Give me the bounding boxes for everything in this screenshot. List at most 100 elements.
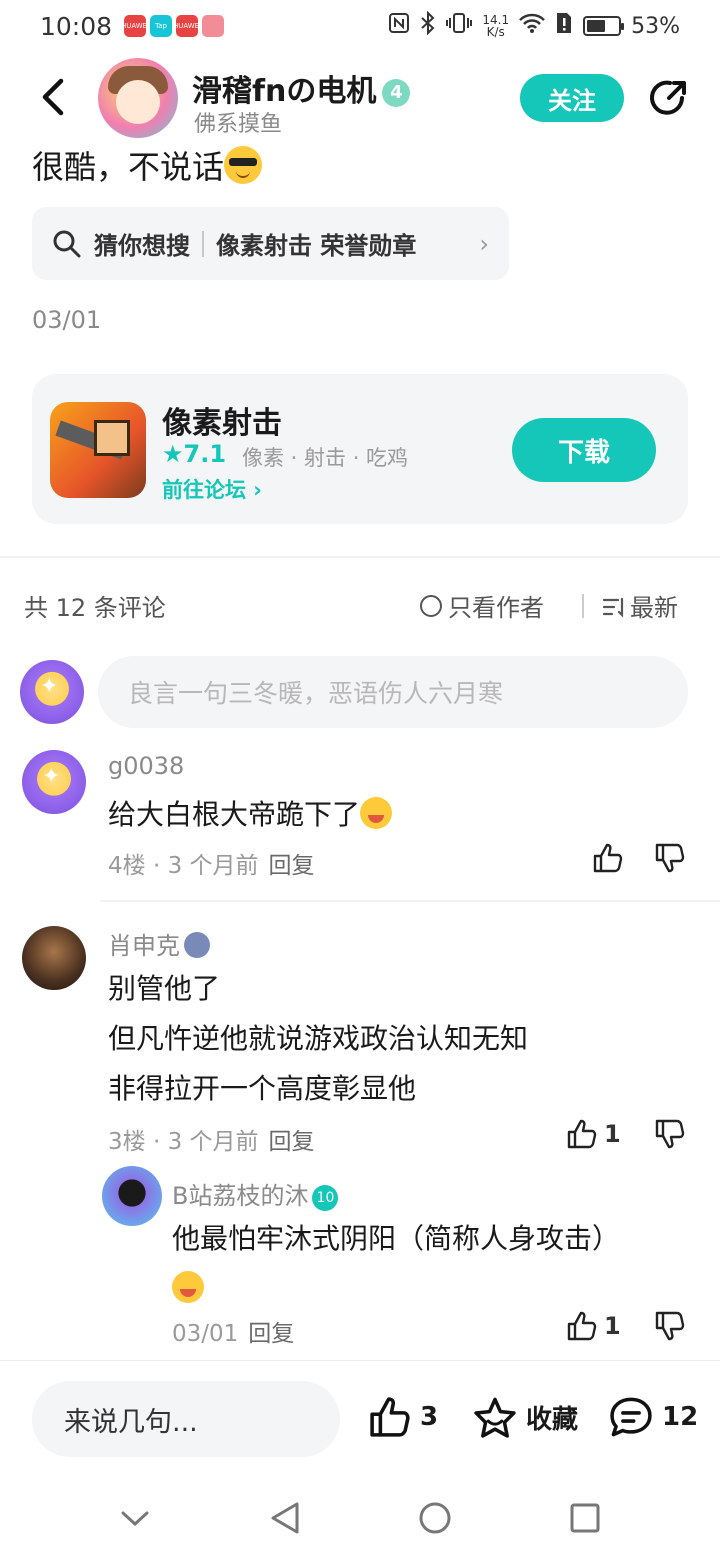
reply-button[interactable]: 回复 [248,1321,294,1347]
reply-text: 他最怕牢沐式阴阳（简称人身攻击） [172,1214,620,1314]
game-rating: ★7.1 [162,440,227,468]
share-button[interactable] [644,76,692,124]
reply-author-name[interactable]: B站荔枝的沐 10 [172,1176,339,1211]
comment-line: 但凡忤逆他就说游戏政治认知无知 [108,1022,529,1055]
back-arrow-icon [42,78,64,116]
post-date: 03/01 [32,306,102,334]
battery-icon [583,16,625,36]
comment-time: 3 个月前 [167,853,259,879]
like-button[interactable]: 1 [566,1310,621,1342]
post-like-button[interactable]: 3 [368,1395,438,1439]
level-badge: 10 [312,1185,339,1211]
commenter-avatar[interactable] [22,750,86,814]
author-only-toggle[interactable]: 只看作者 [420,588,544,623]
status-app-icons: HUAWEI Tap HUAWEI [121,15,225,37]
reply-date: 03/01 [172,1321,239,1347]
verified-badge-icon [184,932,210,958]
download-button[interactable]: 下载 [512,418,656,482]
huawei-app-icon: HUAWEI [173,15,201,37]
recents-square-icon[interactable] [555,1488,615,1548]
comment-floor: 4楼 [108,853,146,879]
author-name[interactable]: 滑稽fnの电机 4 [192,66,411,110]
divider [202,230,204,257]
status-bar: 10:08 HUAWEI Tap HUAWEI 14.1 K/s 53% [0,0,720,52]
game-icon[interactable] [50,402,146,498]
reply-button[interactable]: 回复 [269,1129,315,1155]
thumbs-down-icon [655,1311,685,1341]
taptap-app-icon: Tap [150,15,173,37]
dislike-button[interactable] [654,1118,686,1150]
my-avatar[interactable] [20,660,84,724]
tongue-out-emoji-icon [172,1271,204,1303]
system-navigation-bar [0,1476,720,1560]
section-divider [0,556,720,558]
thumbs-up-icon [567,1119,597,1149]
bottom-action-bar: 来说几句... 3 收藏 12 [0,1360,720,1474]
vibrate-icon [446,12,473,40]
comment-floor: 3楼 [108,1129,146,1155]
follow-button[interactable]: 关注 [520,74,624,122]
reply-input[interactable]: 来说几句... [32,1381,340,1457]
favorite-label: 收藏 [526,1404,579,1435]
thumbs-up-icon [370,1397,410,1437]
dislike-button[interactable] [654,1310,686,1342]
author-level-badge: 4 [382,79,411,107]
comment-total: 12 [662,1402,699,1432]
favorite-button[interactable]: 收藏 [472,1395,578,1439]
nfc-icon [388,12,410,40]
post-header: 滑稽fnの电机 4 佛系摸鱼 关注 [0,56,720,140]
commenter-avatar[interactable] [22,926,86,990]
reply-author-name-text: B站荔枝的沐 [172,1182,309,1210]
back-triangle-icon[interactable] [255,1488,315,1548]
sim-alert-icon [555,11,573,41]
network-speed-unit: K/s [486,25,505,39]
thumbs-up-icon [593,843,623,873]
post-text: 很酷，不说话 [32,142,263,188]
comment-meta: 3楼 · 3 个月前 回复 [108,1129,315,1155]
like-button[interactable]: 1 [566,1118,621,1150]
like-button[interactable] [592,842,630,874]
star-icon [474,1397,516,1438]
share-icon [650,80,686,115]
sunglasses-emoji-icon [224,146,263,184]
author-signature: 佛系摸鱼 [194,112,283,137]
search-suggestion-term: 像素射击 荣誉勋章 [216,232,417,260]
game-forum-link[interactable]: 前往论坛 › [162,474,262,504]
comment-text-content: 给大白根大帝跪下了 [108,798,361,831]
reply-author-avatar[interactable] [102,1166,162,1226]
search-suggestion[interactable]: 猜你想搜 像素射击 荣誉勋章 › [32,207,509,280]
commenter-name-text: 肖申克 [108,932,180,960]
comments-button[interactable]: 12 [608,1395,698,1439]
back-button[interactable] [30,74,76,120]
game-tags: 像素 · 射击 · 吃鸡 [242,446,409,470]
post-like-count: 3 [420,1402,439,1432]
chevron-down-icon[interactable] [105,1488,165,1548]
drooling-emoji-icon [360,797,393,829]
sort-button[interactable]: 最新 [602,588,678,623]
search-suggestion-prefix: 猜你想搜 [94,232,190,260]
divider [582,594,584,618]
author-only-label: 只看作者 [448,594,544,622]
thumbs-down-icon [655,1119,685,1149]
home-circle-icon[interactable] [405,1488,465,1548]
comment-meta: 4楼 · 3 个月前 回复 [108,853,315,879]
sort-label: 最新 [630,594,678,622]
huawei-app-icon: HUAWEI [121,15,149,37]
search-icon [53,230,81,257]
divider [100,900,720,902]
game-card[interactable]: 像素射击 ★7.1 像素 · 射击 · 吃鸡 前往论坛 › 下载 [32,374,688,524]
author-avatar[interactable] [98,58,178,138]
dislike-button[interactable] [654,842,686,874]
comment-input[interactable]: 良言一句三冬暖，恶语伤人六月寒 [98,656,688,728]
commenter-name[interactable]: g0038 [108,752,184,780]
game-title[interactable]: 像素射击 [162,398,282,442]
reply-text-content: 他最怕牢沐式阴阳（简称人身攻击） [172,1222,621,1255]
battery-percent: 53% [631,13,680,39]
sort-icon [602,597,624,618]
commenter-name[interactable]: 肖申克 [108,926,210,961]
post-text-content: 很酷，不说话 [32,148,225,186]
comment-bubble-icon [610,1397,652,1437]
app-notification-icon [202,15,225,37]
reply-button[interactable]: 回复 [269,853,315,879]
like-count: 1 [604,1120,621,1148]
